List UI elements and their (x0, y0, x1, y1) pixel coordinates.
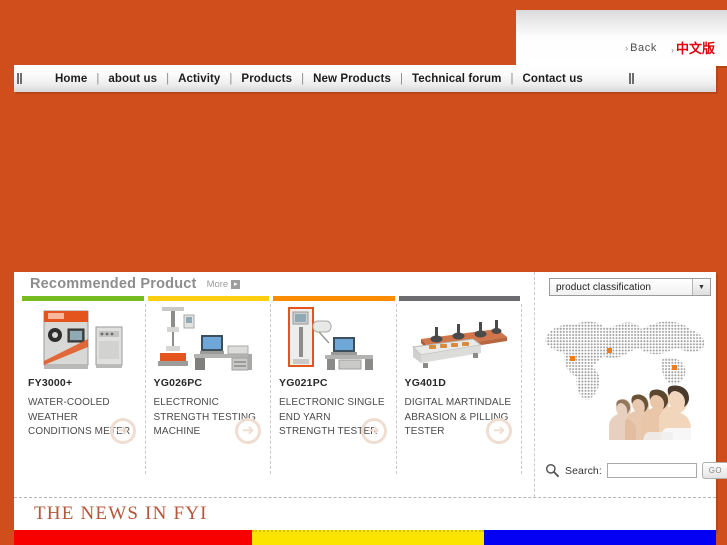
product-model: YG021PC (279, 377, 328, 389)
nav-item-technical-forum[interactable]: Technical forum (403, 73, 510, 85)
card-color-bar (147, 296, 269, 301)
chinese-link-wrap[interactable]: › 中文版 (671, 38, 715, 57)
more-label: More (206, 278, 229, 290)
go-button[interactable]: GO (701, 462, 727, 479)
product-model: YG026PC (153, 377, 203, 389)
product-detail-arrow-icon[interactable]: ➜ (109, 417, 136, 444)
language-panel: › Back › 中文版 (516, 10, 727, 66)
product-classification-select[interactable]: product classification ▼ (549, 278, 711, 296)
chevron-right-icon: › (625, 42, 629, 53)
product-image-yg401d (398, 303, 521, 371)
chinese-version-link[interactable]: 中文版 (676, 41, 715, 56)
nav-item-new-products[interactable]: New Products (304, 73, 400, 85)
language-links: › Back › 中文版 (625, 38, 715, 57)
nav-items: Home | about us | Activity | Products | … (46, 73, 592, 85)
map-marker-icon (607, 348, 612, 353)
card-divider (521, 304, 522, 474)
more-link[interactable]: More ▸ (207, 279, 241, 290)
card-color-bar (22, 296, 144, 301)
product-card[interactable]: YG026PC ELECTRONIC STRENGTH TESTING MACH… (146, 296, 271, 474)
strip-yellow (252, 530, 484, 545)
chevron-right-icon: › (670, 45, 674, 55)
nav-tick-icon (628, 73, 631, 84)
nav-item-about-us[interactable]: about us (99, 73, 166, 85)
product-model: YG401D (404, 377, 446, 389)
product-image-fy3000 (22, 303, 144, 371)
card-color-bar (273, 296, 395, 301)
chevron-down-icon: ▼ (692, 279, 710, 295)
nav-item-activity[interactable]: Activity (169, 73, 229, 85)
product-detail-arrow-icon[interactable]: ➜ (235, 417, 261, 444)
sidebar-column: product classification ▼ Search: GO (534, 272, 727, 532)
search-input[interactable] (606, 463, 697, 478)
search-row: Search: GO (545, 462, 727, 479)
strip-red (14, 530, 252, 545)
map-marker-icon (672, 365, 677, 370)
bottom-color-strip (14, 530, 716, 545)
product-image-yg021pc (273, 303, 395, 371)
back-link[interactable]: Back (630, 42, 657, 54)
section-title: Recommended Product (30, 276, 197, 292)
world-map-graphic (541, 306, 716, 451)
card-color-bar (398, 296, 520, 301)
product-card[interactable]: YG021PC ELECTRONIC SINGLE END YARN STREN… (271, 296, 397, 474)
product-image-yg026pc (147, 303, 270, 371)
news-title: THE NEWS IN FYI (34, 503, 208, 524)
strip-blue (484, 530, 716, 545)
search-label: Search: (565, 464, 602, 477)
product-detail-arrow-icon[interactable]: ➜ (360, 417, 387, 444)
search-icon (545, 463, 560, 478)
nav-tick-icon (17, 73, 19, 84)
product-classification-value: product classification (556, 281, 652, 293)
product-detail-arrow-icon[interactable]: ➜ (486, 417, 512, 444)
nav-tick-icon (631, 73, 634, 84)
nav-right-ticks (626, 73, 634, 84)
main-navigation[interactable]: Home | about us | Activity | Products | … (14, 65, 716, 92)
product-card[interactable]: FY3000+ WATER-COOLED WEATHER CONDITIONS … (20, 296, 146, 474)
nav-item-products[interactable]: Products (232, 73, 301, 85)
recommended-product-panel: Recommended Product More ▸ FY3000+ WATER… (14, 272, 727, 532)
more-arrow-icon: ▸ (231, 279, 241, 289)
product-model: FY3000+ (28, 377, 73, 389)
nav-item-contact-us[interactable]: Contact us (513, 73, 591, 85)
product-card[interactable]: YG401D DIGITAL MARTINDALE ABRASION & PIL… (397, 296, 522, 474)
map-marker-icon (570, 356, 575, 361)
nav-tick-icon (20, 73, 22, 84)
nav-item-home[interactable]: Home (46, 73, 96, 85)
product-list: FY3000+ WATER-COOLED WEATHER CONDITIONS … (20, 296, 522, 474)
header-band: › Back › 中文版 (0, 0, 727, 66)
back-link-wrap[interactable]: › Back (625, 42, 657, 54)
people-photo (609, 385, 691, 440)
news-panel: THE NEWS IN FYI (14, 497, 716, 531)
